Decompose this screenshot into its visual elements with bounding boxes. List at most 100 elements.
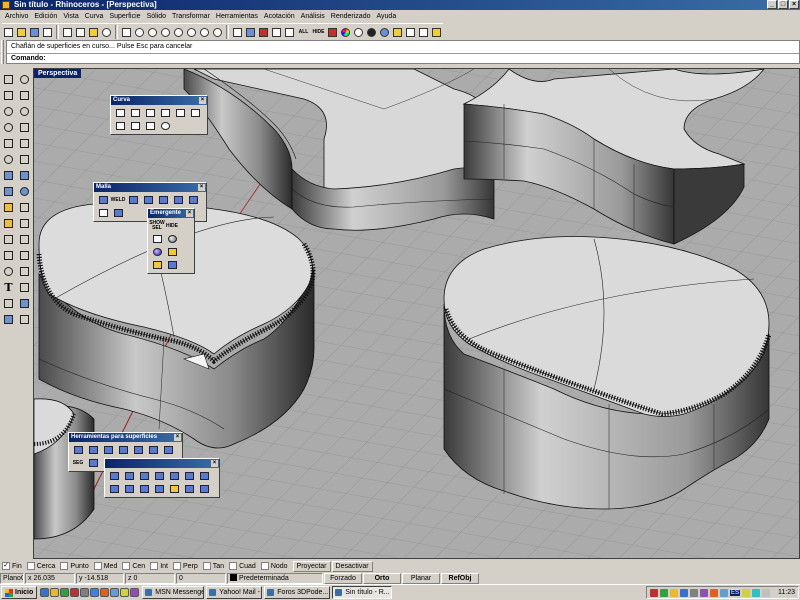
mesh-explode-button[interactable] bbox=[171, 194, 185, 206]
polyline-tool[interactable] bbox=[17, 88, 32, 103]
split-tool[interactable] bbox=[17, 200, 32, 215]
folder-quick-icon[interactable] bbox=[50, 588, 60, 597]
mesh-tool[interactable] bbox=[17, 312, 32, 327]
surface-offset2-button[interactable] bbox=[182, 483, 196, 495]
move-tool[interactable] bbox=[1, 248, 16, 263]
join-tool[interactable] bbox=[17, 216, 32, 231]
cplane-popup-button[interactable] bbox=[165, 259, 179, 271]
menu-ayuda[interactable]: Ayuda bbox=[374, 10, 400, 23]
sphere-tool[interactable] bbox=[17, 184, 32, 199]
curve-chamfer-button[interactable] bbox=[128, 120, 142, 132]
palette-malla-close[interactable]: × bbox=[198, 184, 205, 191]
palette-herramientas-titlebar[interactable]: Herramientas para superficies × bbox=[69, 433, 182, 442]
rectangle-tool[interactable] bbox=[17, 120, 32, 135]
print-button[interactable] bbox=[41, 25, 54, 39]
osnap-med[interactable]: Med bbox=[93, 562, 117, 570]
zoom-button[interactable] bbox=[146, 25, 159, 39]
tray-messenger-icon[interactable] bbox=[659, 588, 668, 597]
menu-herramientas[interactable]: Herramientas bbox=[213, 10, 261, 23]
osnap-tan-checkbox[interactable] bbox=[202, 562, 211, 570]
network-icon[interactable] bbox=[110, 588, 120, 597]
dimension-button[interactable] bbox=[404, 25, 417, 39]
osnap-cuad[interactable]: Cuad bbox=[229, 562, 256, 570]
messenger-quick-icon[interactable] bbox=[120, 588, 130, 597]
surface-match-button[interactable] bbox=[146, 444, 160, 456]
status-osnap-toggle[interactable]: RefObj bbox=[441, 572, 479, 584]
osnap-int-checkbox[interactable] bbox=[150, 562, 159, 570]
explode-tool[interactable] bbox=[1, 232, 16, 247]
palette-emergente-close[interactable]: × bbox=[186, 210, 193, 217]
maximize-button[interactable]: □ bbox=[778, 0, 788, 9]
select-button[interactable] bbox=[283, 25, 296, 39]
properties-button[interactable] bbox=[339, 25, 352, 39]
task-foros-3dpoder[interactable]: Foros 3DPode... bbox=[264, 586, 331, 599]
analyze-tool[interactable] bbox=[17, 296, 32, 311]
curve-blend-button[interactable] bbox=[173, 107, 187, 119]
surface-erase-button[interactable] bbox=[167, 483, 181, 495]
curve-s-button[interactable] bbox=[158, 107, 172, 119]
mesh-single-face-button[interactable] bbox=[96, 207, 110, 219]
paste-button[interactable] bbox=[87, 25, 100, 39]
osnap-nodo[interactable]: Nodo bbox=[260, 562, 288, 570]
curve-interpolate-button[interactable] bbox=[128, 107, 142, 119]
tray-antivirus-icon[interactable] bbox=[649, 588, 658, 597]
surface-revolve-button[interactable] bbox=[167, 470, 181, 482]
desktop-icon[interactable] bbox=[80, 588, 90, 597]
tray-update-icon[interactable] bbox=[669, 588, 678, 597]
status-cplane[interactable]: PlanoC bbox=[0, 572, 24, 584]
surface-merge-button[interactable] bbox=[161, 444, 175, 456]
palette-emergente-titlebar[interactable]: Emergente × bbox=[148, 209, 194, 218]
box-tool[interactable] bbox=[1, 184, 16, 199]
zoom-window-button[interactable] bbox=[159, 25, 172, 39]
tray-display-icon[interactable] bbox=[719, 588, 728, 597]
tray-misc-icon[interactable] bbox=[742, 588, 750, 597]
palette-herramientas-close[interactable]: × bbox=[174, 434, 181, 441]
hide-objects-button[interactable]: HIDE bbox=[165, 220, 179, 232]
offset-tool[interactable] bbox=[17, 152, 32, 167]
zoom-selected-button[interactable] bbox=[185, 25, 198, 39]
osnap-perp-checkbox[interactable] bbox=[172, 562, 181, 570]
undo-button[interactable] bbox=[100, 25, 113, 39]
open-button[interactable] bbox=[15, 25, 28, 39]
extrude-tool[interactable] bbox=[17, 168, 32, 183]
save-button[interactable] bbox=[28, 25, 41, 39]
osnap-perp[interactable]: Perp bbox=[172, 562, 198, 570]
osnap-punto-checkbox[interactable] bbox=[60, 562, 69, 570]
tray-usb-icon[interactable] bbox=[762, 588, 770, 597]
osnap-med-checkbox[interactable] bbox=[93, 562, 102, 570]
menu-curva[interactable]: Curva bbox=[82, 10, 107, 23]
task-msn-messenger[interactable]: MSN Messenger bbox=[142, 586, 205, 599]
copy-button[interactable] bbox=[74, 25, 87, 39]
boolean-tool[interactable] bbox=[1, 200, 16, 215]
points-on-tool[interactable] bbox=[1, 296, 16, 311]
select-window-button[interactable] bbox=[150, 233, 164, 245]
surface-plane-button[interactable] bbox=[107, 483, 121, 495]
command-grip[interactable] bbox=[1, 40, 4, 64]
viewport-layout-button[interactable] bbox=[231, 25, 244, 39]
mesh-plane-button[interactable] bbox=[126, 194, 140, 206]
curve-helix-button[interactable] bbox=[143, 120, 157, 132]
surface-cap-button[interactable] bbox=[197, 483, 211, 495]
app-quick-icon[interactable] bbox=[70, 588, 80, 597]
lock-button[interactable] bbox=[270, 25, 283, 39]
tray-firewall-icon[interactable] bbox=[709, 588, 718, 597]
surface-heightfield-button[interactable] bbox=[122, 483, 136, 495]
viewport-title[interactable]: Perspectiva bbox=[34, 69, 82, 78]
player-icon[interactable] bbox=[100, 588, 110, 597]
curve-fillet-button[interactable] bbox=[113, 120, 127, 132]
tray-clock[interactable]: 11:23 bbox=[778, 589, 795, 596]
surface-tool[interactable] bbox=[1, 168, 16, 183]
mesh-grid-button[interactable] bbox=[111, 207, 125, 219]
palette-malla-titlebar[interactable]: Malla × bbox=[94, 183, 206, 192]
surface-extend-button[interactable] bbox=[131, 444, 145, 456]
dimension-tool[interactable] bbox=[17, 280, 32, 295]
layer-popup-button[interactable] bbox=[150, 259, 164, 271]
mail-icon[interactable] bbox=[90, 588, 100, 597]
command-prompt[interactable]: Comando: bbox=[7, 53, 799, 64]
curve-spiral-button[interactable] bbox=[158, 120, 172, 132]
mesh-export-button[interactable] bbox=[186, 194, 200, 206]
osnap-punto[interactable]: Punto bbox=[60, 562, 89, 570]
shaded-view-button[interactable] bbox=[165, 233, 179, 245]
mesh-join-button[interactable] bbox=[156, 194, 170, 206]
status-layer[interactable]: Predeterminada bbox=[227, 572, 323, 584]
